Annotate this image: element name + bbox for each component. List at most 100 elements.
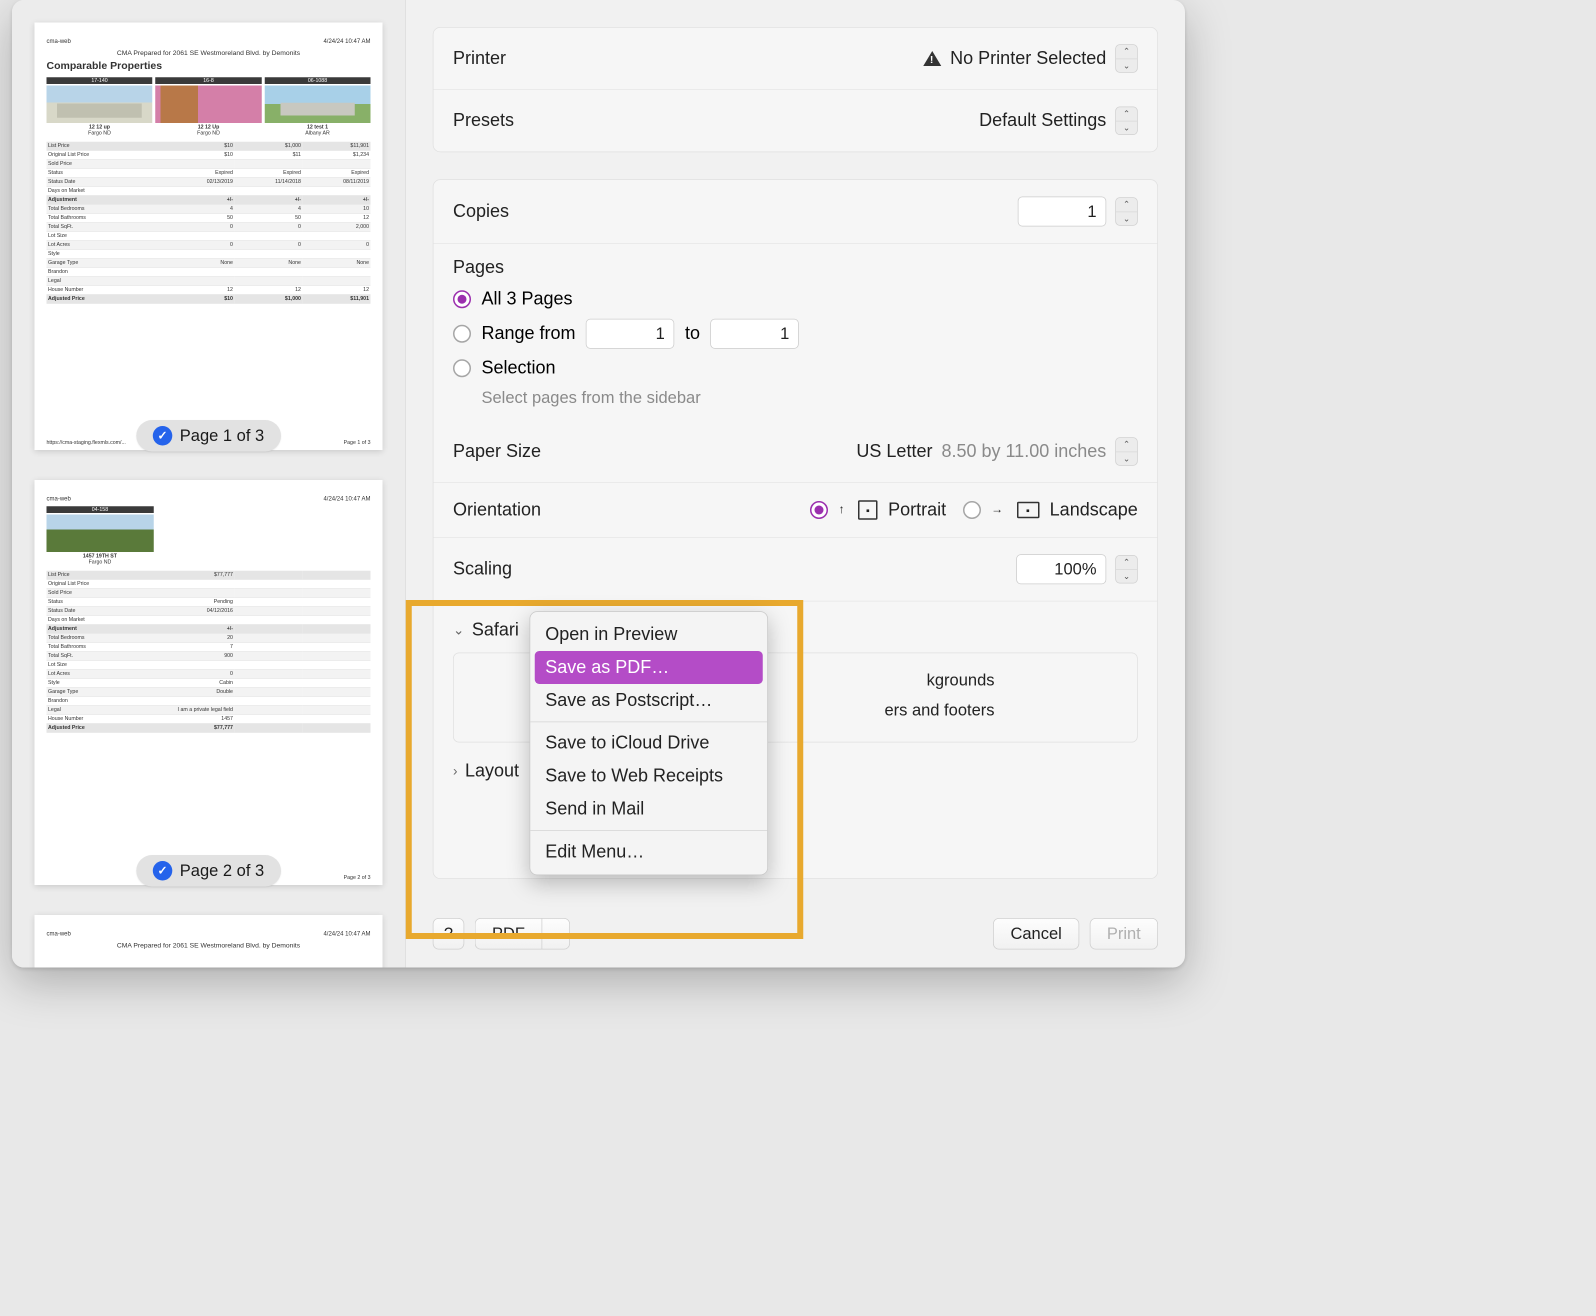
safari-label: Safari (472, 620, 519, 641)
arrow-right-icon: → (991, 503, 1003, 517)
menu-item-send-mail[interactable]: Send in Mail (530, 793, 767, 826)
pages-range-row[interactable]: Range from 1 to 1 (453, 319, 1138, 349)
radio-icon (810, 501, 828, 519)
copies-input[interactable]: 1 (1018, 197, 1107, 227)
paper-size-row: Paper Size US Letter 8.50 by 11.00 inche… (434, 421, 1158, 483)
pages-selection-row[interactable]: Selection (453, 358, 1138, 379)
thumb2-hleft: cma-web (47, 495, 71, 502)
selection-hint: Select pages from the sidebar (482, 388, 1138, 408)
scaling-row: Scaling 100% ⌃⌄ (434, 537, 1158, 601)
page-thumbnail-3[interactable]: cma-web 4/24/24 10:47 AM CMA Prepared fo… (35, 915, 383, 968)
page-thumbnail-2[interactable]: cma-web 4/24/24 10:47 AM 04-1581457 19TH… (35, 480, 383, 885)
range-to-input[interactable]: 1 (711, 319, 800, 349)
page-thumbnail-1[interactable]: cma-web 4/24/24 10:47 AM CMA Prepared fo… (35, 23, 383, 451)
chevron-right-icon: › (453, 763, 458, 779)
radio-icon (453, 359, 471, 377)
dialog-button-bar: ? PDF ⌄ Cancel Print (433, 906, 1158, 950)
arrow-up-icon: ↑ (839, 503, 845, 517)
thumb2-hright: 4/24/24 10:47 AM (323, 495, 370, 502)
landscape-icon: ▪ (1017, 502, 1040, 519)
pdf-menu-button[interactable]: ⌄ (542, 918, 571, 950)
menu-item-open-preview[interactable]: Open in Preview (530, 618, 767, 651)
thumb1-title: Comparable Properties (47, 59, 371, 71)
menu-item-edit-menu[interactable]: Edit Menu… (530, 836, 767, 869)
copies-row: Copies 1 ⌃⌄ (434, 180, 1158, 243)
thumb2-footer-right: Page 2 of 3 (344, 875, 371, 880)
thumbnail-1-container: cma-web 4/24/24 10:47 AM CMA Prepared fo… (35, 23, 383, 451)
page-badge-1-label: Page 1 of 3 (180, 426, 264, 446)
orientation-portrait[interactable]: ↑ ▪ Portrait (810, 500, 946, 521)
menu-item-save-postscript[interactable]: Save as Postscript… (530, 684, 767, 717)
presets-label: Presets (453, 110, 514, 131)
landscape-label: Landscape (1050, 500, 1138, 521)
scaling-label: Scaling (453, 559, 512, 580)
menu-separator (530, 722, 767, 723)
print-button[interactable]: Print (1090, 918, 1158, 950)
thumbnail-3-container: cma-web 4/24/24 10:47 AM CMA Prepared fo… (35, 915, 383, 968)
orientation-label: Orientation (453, 500, 541, 521)
radio-icon (453, 290, 471, 308)
scaling-input[interactable]: 100% (1016, 554, 1106, 584)
page-badge-2[interactable]: ✓ Page 2 of 3 (136, 855, 280, 887)
presets-value: Default Settings (979, 110, 1106, 131)
printer-value: No Printer Selected (950, 48, 1106, 69)
paper-size-value: US Letter (856, 441, 932, 462)
pdf-button[interactable]: PDF (475, 918, 542, 950)
range-from-input[interactable]: 1 (586, 319, 675, 349)
radio-icon (453, 325, 471, 343)
print-options-panel: Printer No Printer Selected ⌃⌄ Presets D… (406, 0, 1185, 968)
presets-row: Presets Default Settings ⌃⌄ (434, 89, 1158, 151)
layout-label: Layout (465, 761, 519, 782)
range-to-label: to (685, 323, 700, 344)
page-badge-1[interactable]: ✓ Page 1 of 3 (136, 420, 280, 452)
printer-presets-panel: Printer No Printer Selected ⌃⌄ Presets D… (433, 27, 1158, 152)
scaling-stepper[interactable]: ⌃⌄ (1115, 555, 1138, 584)
copies-label: Copies (453, 201, 509, 222)
portrait-icon: ▪ (858, 500, 878, 520)
paper-size-select-button[interactable]: ⌃⌄ (1115, 437, 1138, 466)
menu-item-save-as-pdf[interactable]: Save as PDF… (535, 651, 763, 684)
thumb3-hleft: cma-web (47, 930, 71, 937)
thumb1-footer-right: Page 1 of 3 (344, 440, 371, 445)
orientation-landscape[interactable]: → ▪ Landscape (963, 500, 1138, 521)
thumb1-subhead: CMA Prepared for 2061 SE Westmoreland Bl… (47, 49, 371, 57)
paper-size-dims: 8.50 by 11.00 inches (941, 441, 1106, 462)
selection-label: Selection (482, 358, 556, 379)
help-button[interactable]: ? (433, 918, 465, 950)
thumb1-hleft: cma-web (47, 38, 71, 45)
thumbnail-2-container: cma-web 4/24/24 10:47 AM 04-1581457 19TH… (35, 480, 383, 885)
thumb1-hright: 4/24/24 10:47 AM (323, 38, 370, 45)
orientation-row: Orientation ↑ ▪ Portrait → ▪ Landscape (434, 482, 1158, 537)
menu-separator (530, 830, 767, 831)
pages-all-label: All 3 Pages (482, 289, 573, 310)
copies-stepper[interactable]: ⌃⌄ (1115, 197, 1138, 226)
thumb2-columns: 04-1581457 19TH STFargo ND (47, 506, 371, 566)
thumb2-table: List Price$77,777Original List PriceSold… (47, 571, 371, 733)
chevron-down-icon: ⌄ (453, 622, 464, 638)
thumb3-hright: 4/24/24 10:47 AM (323, 930, 370, 937)
print-dialog-window: cma-web 4/24/24 10:47 AM CMA Prepared fo… (12, 0, 1185, 968)
page-preview-sidebar: cma-web 4/24/24 10:47 AM CMA Prepared fo… (12, 0, 406, 968)
thumb1-footer-left: https://cma-staging.flexmls.com/... (47, 440, 126, 445)
printer-select-button[interactable]: ⌃⌄ (1115, 44, 1138, 73)
pages-all-row[interactable]: All 3 Pages (453, 289, 1138, 310)
menu-item-web-receipts[interactable]: Save to Web Receipts (530, 760, 767, 793)
pages-section: Pages All 3 Pages Range from 1 to 1 Sele… (434, 243, 1158, 421)
presets-select-button[interactable]: ⌃⌄ (1115, 107, 1138, 136)
pages-label: Pages (453, 257, 1138, 278)
thumb1-table: List Price$10$1,000$11,901Original List … (47, 142, 371, 304)
chevron-down-icon: ⌄ (549, 924, 563, 944)
cancel-button[interactable]: Cancel (993, 918, 1079, 950)
thumb3-subhead: CMA Prepared for 2061 SE Westmoreland Bl… (47, 941, 371, 949)
printer-label: Printer (453, 48, 506, 69)
paper-size-label: Paper Size (453, 441, 541, 462)
page-badge-2-label: Page 2 of 3 (180, 861, 264, 881)
warning-icon (923, 51, 941, 66)
menu-item-icloud[interactable]: Save to iCloud Drive (530, 727, 767, 760)
portrait-label: Portrait (888, 500, 946, 521)
thumb1-columns: 17-14012 12 upFargo ND16-812 12 UpFargo … (47, 77, 371, 137)
pdf-dropdown-menu: Open in Preview Save as PDF… Save as Pos… (530, 611, 769, 875)
checkmark-icon: ✓ (153, 426, 173, 446)
range-label: Range from (482, 323, 576, 344)
checkmark-icon: ✓ (153, 861, 173, 881)
